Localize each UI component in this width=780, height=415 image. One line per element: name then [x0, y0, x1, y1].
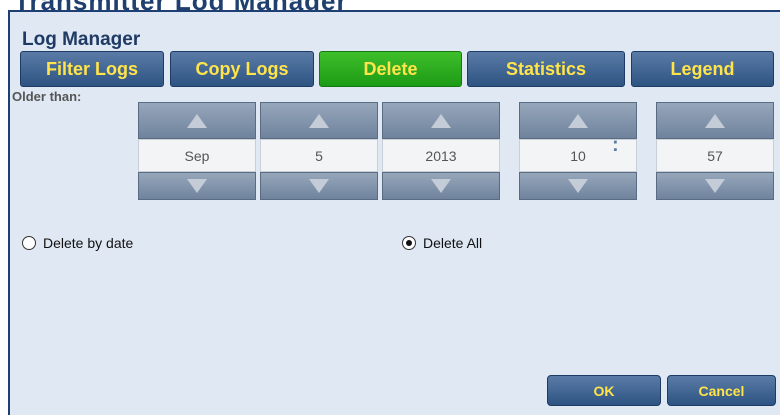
minute-down-button[interactable]	[656, 172, 774, 200]
hour-up-button[interactable]	[519, 102, 637, 139]
delete-all-option[interactable]: Delete All	[402, 235, 482, 251]
day-value[interactable]: 5	[260, 139, 378, 172]
triangle-up-icon	[309, 113, 329, 128]
year-value[interactable]: 2013	[382, 139, 500, 172]
triangle-up-icon	[187, 113, 207, 128]
tab-statistics[interactable]: Statistics	[467, 51, 625, 87]
month-spinner: Sep	[138, 102, 256, 200]
minute-up-button[interactable]	[656, 102, 774, 139]
year-down-button[interactable]	[382, 172, 500, 200]
delete-by-date-label: Delete by date	[43, 235, 134, 251]
dialog-title: Log Manager	[22, 29, 141, 50]
triangle-down-icon	[309, 179, 329, 193]
day-spinner: 5	[260, 102, 378, 200]
delete-by-date-radio[interactable]	[22, 236, 36, 250]
delete-all-radio[interactable]	[402, 236, 416, 250]
triangle-up-icon	[431, 113, 451, 128]
triangle-up-icon	[568, 113, 588, 128]
tab-filter-logs[interactable]: Filter Logs	[20, 51, 164, 87]
radio-selected-dot	[406, 240, 412, 246]
cancel-button[interactable]: Cancel	[667, 375, 776, 406]
delete-by-date-option[interactable]: Delete by date	[22, 235, 133, 251]
day-up-button[interactable]	[260, 102, 378, 139]
triangle-down-icon	[568, 179, 588, 193]
tab-copy-logs[interactable]: Copy Logs	[170, 51, 314, 87]
triangle-down-icon	[705, 179, 725, 193]
triangle-down-icon	[431, 179, 451, 193]
triangle-down-icon	[187, 179, 207, 193]
older-than-label: Older than:	[12, 89, 82, 104]
day-down-button[interactable]	[260, 172, 378, 200]
minute-spinner: 57	[656, 102, 774, 200]
month-down-button[interactable]	[138, 172, 256, 200]
ok-button[interactable]: OK	[547, 375, 661, 406]
year-up-button[interactable]	[382, 102, 500, 139]
hour-down-button[interactable]	[519, 172, 637, 200]
month-up-button[interactable]	[138, 102, 256, 139]
triangle-up-icon	[705, 113, 725, 128]
time-separator: :	[612, 134, 619, 156]
minute-value[interactable]: 57	[656, 139, 774, 172]
year-spinner: 2013	[382, 102, 500, 200]
tab-legend[interactable]: Legend	[631, 51, 774, 87]
month-value[interactable]: Sep	[138, 139, 256, 172]
hour-value[interactable]: 10	[519, 139, 637, 172]
hour-spinner: 10	[519, 102, 637, 200]
tab-delete[interactable]: Delete	[319, 51, 462, 87]
delete-all-label: Delete All	[423, 235, 483, 251]
